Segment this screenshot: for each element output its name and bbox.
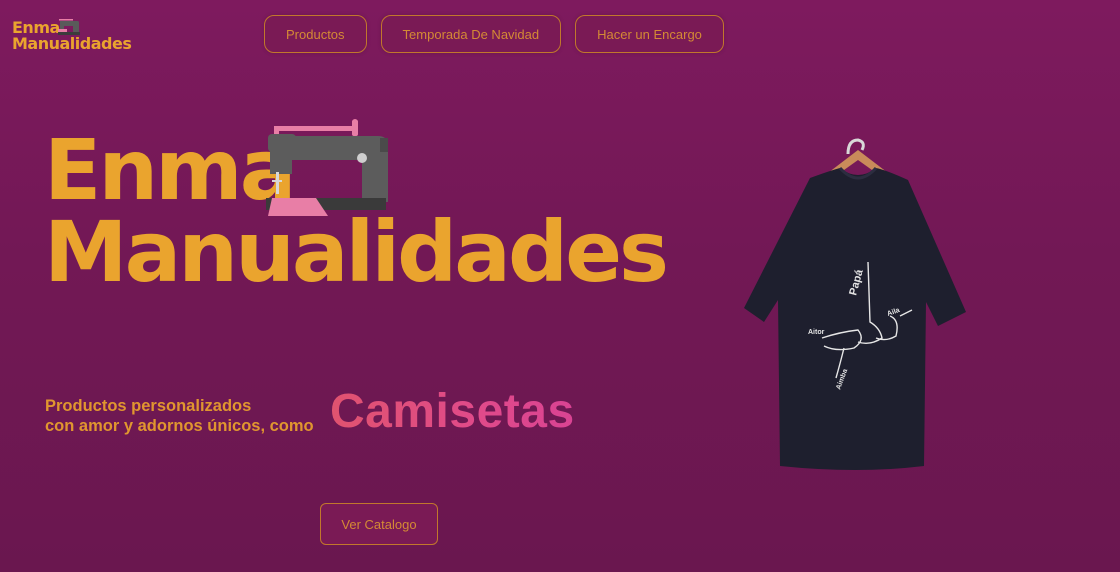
main-nav: Productos Temporada De Navidad Hacer un … bbox=[264, 15, 724, 53]
sewing-machine-icon bbox=[266, 119, 388, 216]
nav-temporada-navidad-button[interactable]: Temporada De Navidad bbox=[380, 15, 562, 53]
hero-highlight-word: Camisetas bbox=[330, 385, 575, 438]
ver-catalogo-button[interactable]: Ver Catalogo bbox=[320, 503, 438, 545]
hero-title-line2: Manualidades bbox=[44, 203, 669, 301]
t-shirt-image: Papá Aitor Aila Aimba bbox=[744, 138, 966, 470]
site-logo[interactable]: Enma Manualidades bbox=[12, 19, 132, 53]
shirt-print-left: Aitor bbox=[808, 329, 825, 336]
sewing-machine-icon bbox=[58, 19, 80, 35]
hero-tagline: Productos personalizados con amor y ador… bbox=[45, 396, 314, 436]
hero-tagline-line2: con amor y adornos únicos, como bbox=[45, 417, 314, 435]
nav-productos-button[interactable]: Productos bbox=[264, 15, 367, 53]
hero-tagline-line1: Productos personalizados bbox=[45, 397, 252, 415]
logo-text-line2: Manualidades bbox=[12, 34, 132, 53]
nav-hacer-encargo-button[interactable]: Hacer un Encargo bbox=[575, 15, 724, 53]
